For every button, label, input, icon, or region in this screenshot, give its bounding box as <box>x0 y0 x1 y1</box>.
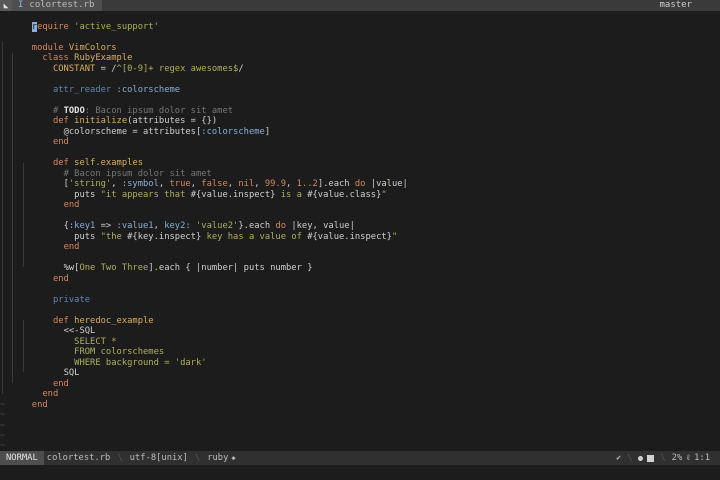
git-branch: master <box>659 0 692 10</box>
empty-line-marker: ~ <box>0 399 6 410</box>
code-line-37: end <box>0 389 48 410</box>
vim-icon[interactable]: ◣ <box>0 0 12 11</box>
keyword: private <box>52 294 91 305</box>
separator-icon: \ <box>627 453 633 463</box>
vim-window: ◣ I colortest.rb master require 'active_… <box>0 0 720 480</box>
code-line-16: ['string', :symbol, true, false, nil, 99… <box>0 169 408 189</box>
statusline: NORMAL colortest.rb \ utf-8[unix] \ ruby… <box>0 451 720 465</box>
interpolation: #{value.inspect} <box>307 231 392 242</box>
interpolation: #{key.inspect} <box>127 231 202 242</box>
square-icon <box>647 454 655 462</box>
separator-icon: \ <box>660 453 666 463</box>
string: "it appears that <box>95 189 191 200</box>
symbol: :colorscheme <box>111 84 181 95</box>
keyword: equire <box>37 21 69 32</box>
statusline-encoding: utf-8[unix] <box>129 453 188 463</box>
code-line-18: end <box>0 190 80 210</box>
string: " <box>381 189 387 200</box>
string: 'active_support' <box>68 21 159 32</box>
word-array: One Two Three <box>79 263 149 273</box>
ruby-icon: ◈ <box>231 454 236 462</box>
code-line-36: end <box>0 379 58 399</box>
regex: ^[0-9]+ regex awesomes$ <box>116 63 239 74</box>
empty-line-marker: ~ <box>0 410 6 420</box>
code-line-20: {:key1 => :value1, key2: 'value2'}.each … <box>0 211 355 231</box>
dot-icon <box>638 455 644 461</box>
statusline-right: ✔ \ \ 2% ℓ 1:1 <box>616 451 720 465</box>
tab-marker: I <box>18 0 24 10</box>
editor-buffer[interactable]: require 'active_support' module VimColor… <box>0 11 720 451</box>
empty-line-marker: ~ <box>0 441 6 451</box>
code-line-29: def heredoc_example <box>0 305 154 326</box>
code-line-21: puts "the #{key.inspect} key has a value… <box>0 221 397 242</box>
code-line-7: attr_reader :colorscheme <box>0 74 180 95</box>
separator-icon: \ <box>117 453 123 463</box>
code-line-33: WHERE background = 'dark' <box>0 347 206 368</box>
code-line-12: end <box>0 127 69 147</box>
interpolation: #{value.inspect} <box>190 189 276 200</box>
code-line-9: # TODO: Bacon ipsum dolor sit amet <box>0 95 233 116</box>
code-line-27: private <box>0 284 90 305</box>
code-line-5: CONSTANT = /^[0-9]+ regex awesomes$/ <box>0 53 244 74</box>
code-line-15: # Bacon ipsum dolor sit amet <box>0 158 212 179</box>
regex-delimiter: / <box>238 63 244 74</box>
code-line-3: module VimColors <box>0 32 117 53</box>
code-line-17: puts "it appears that #{value.inspect} i… <box>0 179 387 200</box>
operator: = / <box>95 63 117 74</box>
tab-label: colortest.rb <box>29 0 95 10</box>
code-line-14: def self.examples <box>0 148 143 168</box>
code-text: = attributes[ <box>127 126 202 137</box>
keyword: end <box>52 137 69 147</box>
statusline-filename: colortest.rb <box>46 453 111 463</box>
method-call: attr_reader <box>52 84 112 95</box>
string: key has a value of <box>201 231 308 242</box>
code-line-32: FROM colorschemes <box>0 337 164 357</box>
empty-line-marker: ~ <box>0 420 6 431</box>
code-line-11: @colorscheme = attributes[:colorscheme] <box>0 116 271 137</box>
symbol: :colorscheme <box>201 126 265 137</box>
code-line-22: end <box>0 232 80 252</box>
code-line-4: class RubyExample <box>0 43 132 63</box>
code-text: ] <box>264 126 271 137</box>
keyword: end <box>31 399 48 410</box>
code-line-24: %w[One Two Three].each { |number| puts n… <box>0 253 313 273</box>
string: is a <box>275 189 308 200</box>
tabline: ◣ I colortest.rb master <box>0 0 720 11</box>
code-text: .each { |number| puts number } <box>153 263 313 273</box>
keyword: end <box>52 273 69 284</box>
cursor-position: 1:1 <box>694 453 710 463</box>
heredoc-body: WHERE background = 'dark' <box>74 357 207 368</box>
code-line-31: SELECT * <box>0 326 116 347</box>
statusline-filetype: ruby <box>207 453 229 463</box>
code-line-34: SQL <box>0 358 80 378</box>
keyword: end <box>63 242 80 252</box>
instance-var: @colorscheme <box>63 126 128 137</box>
scroll-percent: 2% <box>671 453 683 463</box>
mode-indicator: NORMAL <box>0 451 44 465</box>
tab-colortest[interactable]: I colortest.rb <box>12 0 103 11</box>
line-number-icon: ℓ <box>686 453 691 462</box>
code-line-10: def initialize(attributes = {}) <box>0 106 217 126</box>
constant: CONSTANT <box>52 63 96 74</box>
keyword: end <box>63 200 80 210</box>
code-line-35: end <box>0 368 69 389</box>
string: "the <box>95 231 128 242</box>
code-line-25: end <box>0 263 69 284</box>
interpolation: #{value.class} <box>307 189 382 200</box>
command-line[interactable] <box>0 465 720 480</box>
separator-icon: \ <box>194 453 201 463</box>
check-icon: ✔ <box>616 453 622 462</box>
string: " <box>391 231 398 242</box>
code-line-1: require 'active_support' <box>0 11 159 32</box>
code-line-30: <<-SQL <box>0 316 96 336</box>
empty-line-marker: ~ <box>0 431 6 441</box>
